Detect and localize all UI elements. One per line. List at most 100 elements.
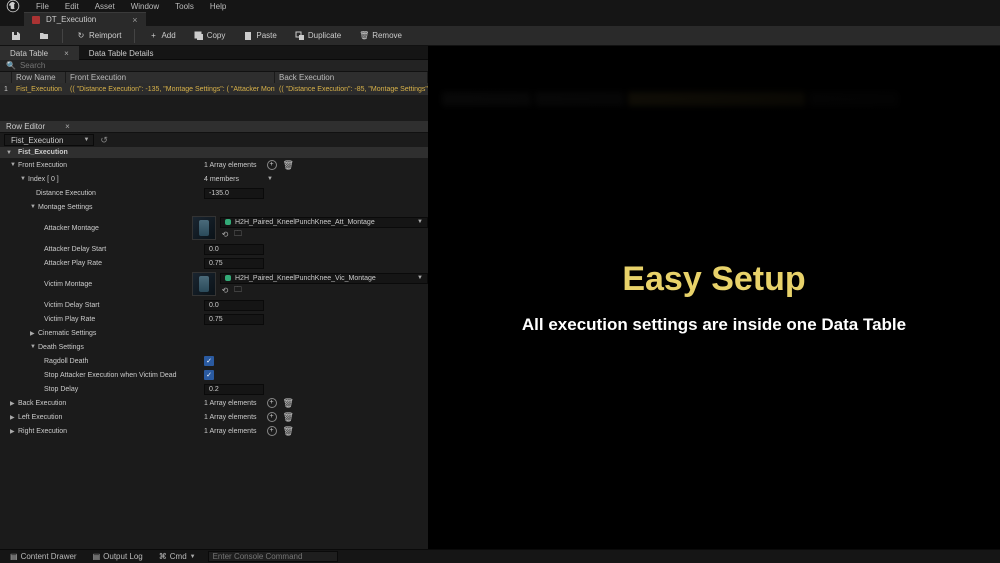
prop-label-text: Attacker Montage bbox=[44, 225, 99, 232]
doc-tab-label: DT_Execution bbox=[46, 15, 96, 24]
prop-label-text: Index [ 0 ] bbox=[28, 176, 59, 183]
cmd-dropdown[interactable]: ⌘Cmd▼ bbox=[155, 551, 200, 563]
add-element-button[interactable]: + bbox=[267, 412, 277, 422]
output-log-button[interactable]: ▤Output Log bbox=[89, 551, 147, 563]
add-element-button[interactable]: + bbox=[267, 426, 277, 436]
array-summary: 1 Array elements bbox=[204, 400, 257, 407]
close-icon[interactable]: × bbox=[132, 15, 137, 25]
reimport-label: Reimport bbox=[89, 31, 121, 40]
browse-asset-button[interactable]: 🗀 bbox=[233, 230, 243, 240]
browse-asset-button[interactable]: 🗀 bbox=[233, 286, 243, 296]
overlay: Easy Setup All execution settings are in… bbox=[428, 46, 1000, 549]
content-drawer-button[interactable]: ▤Content Drawer bbox=[6, 551, 81, 563]
prop-label-text: Victim Play Rate bbox=[44, 316, 95, 323]
clear-array-button[interactable]: 🗑 bbox=[283, 426, 294, 437]
prop-label-text: Stop Attacker Execution when Victim Dead bbox=[44, 372, 177, 379]
clear-array-button[interactable]: 🗑 bbox=[283, 412, 294, 423]
paste-icon bbox=[243, 31, 253, 41]
victim-delay-input[interactable] bbox=[204, 300, 264, 311]
asset-thumbnail[interactable] bbox=[192, 216, 216, 240]
row-select-dropdown[interactable]: Fist_Execution ▼ bbox=[4, 134, 94, 146]
close-icon[interactable]: × bbox=[64, 49, 69, 58]
section-root[interactable]: ▼ Fist_Execution bbox=[0, 147, 428, 158]
stop-delay-input[interactable] bbox=[204, 384, 264, 395]
members-text: 4 members bbox=[204, 176, 239, 183]
expand-icon[interactable]: ▼ bbox=[20, 176, 28, 182]
menu-tools[interactable]: Tools bbox=[167, 2, 202, 11]
doc-tab-dt-execution[interactable]: DT_Execution × bbox=[24, 12, 146, 26]
save-button[interactable] bbox=[6, 29, 26, 43]
menu-asset[interactable]: Asset bbox=[87, 2, 123, 11]
reset-icon[interactable]: ↺ bbox=[100, 135, 108, 146]
document-tabs: DT_Execution × bbox=[0, 12, 1000, 26]
cmd-icon: ⌘ bbox=[159, 552, 167, 561]
distance-input[interactable] bbox=[204, 188, 264, 199]
paste-button[interactable]: Paste bbox=[238, 29, 281, 43]
chevron-down-icon[interactable]: ▼ bbox=[267, 176, 273, 182]
remove-button[interactable]: 🗑Remove bbox=[354, 29, 407, 43]
prop-right-execution: ▶Right Execution 1 Array elements+🗑 bbox=[0, 424, 428, 438]
expand-icon[interactable]: ▶ bbox=[30, 330, 38, 337]
expand-icon[interactable]: ▼ bbox=[6, 150, 14, 156]
search-input[interactable] bbox=[20, 61, 422, 70]
row-select-bar: Fist_Execution ▼ ↺ bbox=[0, 133, 428, 147]
victim-rate-input[interactable] bbox=[204, 314, 264, 325]
expand-icon[interactable]: ▼ bbox=[30, 344, 38, 350]
expand-icon[interactable]: ▼ bbox=[10, 162, 18, 168]
victim-montage-dropdown[interactable]: H2H_Paired_KneelPunchKnee_Vic_Montage ▼ bbox=[220, 273, 428, 284]
stop-attacker-checkbox[interactable]: ✓ bbox=[204, 370, 214, 380]
prop-label-text: Right Execution bbox=[18, 428, 67, 435]
add-button[interactable]: +Add bbox=[143, 29, 180, 43]
menu-edit[interactable]: Edit bbox=[57, 2, 87, 11]
chevron-down-icon: ▼ bbox=[417, 219, 423, 225]
prop-stop-delay: Stop Delay bbox=[0, 382, 428, 396]
clear-array-button[interactable]: 🗑 bbox=[283, 398, 294, 409]
col-front[interactable]: Front Execution bbox=[66, 72, 275, 83]
col-back[interactable]: Back Execution bbox=[275, 72, 428, 83]
copy-icon bbox=[194, 31, 204, 41]
expand-icon[interactable]: ▶ bbox=[10, 414, 18, 421]
menu-help[interactable]: Help bbox=[202, 2, 234, 11]
prop-label-text: Front Execution bbox=[18, 162, 67, 169]
expand-icon[interactable]: ▶ bbox=[10, 428, 18, 435]
browse-button[interactable] bbox=[34, 29, 54, 43]
clear-array-button[interactable]: 🗑 bbox=[283, 160, 294, 171]
log-icon: ▤ bbox=[93, 552, 101, 561]
add-element-button[interactable]: + bbox=[267, 398, 277, 408]
prop-attacker-rate: Attacker Play Rate bbox=[0, 256, 428, 270]
use-asset-button[interactable]: ⟲ bbox=[220, 230, 230, 240]
chevron-down-icon: ▼ bbox=[190, 554, 196, 560]
prop-distance-execution: Distance Execution bbox=[0, 186, 428, 200]
expand-icon[interactable]: ▶ bbox=[10, 400, 18, 407]
attacker-montage-dropdown[interactable]: H2H_Paired_KneelPunchKnee_Att_Montage ▼ bbox=[220, 217, 428, 228]
tab-data-table[interactable]: Data Table × bbox=[0, 46, 79, 60]
copy-button[interactable]: Copy bbox=[189, 29, 231, 43]
asset-thumbnail[interactable] bbox=[192, 272, 216, 296]
reimport-button[interactable]: ↻Reimport bbox=[71, 29, 126, 43]
prop-label-text: Victim Delay Start bbox=[44, 302, 100, 309]
search-icon: 🔍 bbox=[6, 61, 16, 70]
ragdoll-checkbox[interactable]: ✓ bbox=[204, 356, 214, 366]
use-asset-button[interactable]: ⟲ bbox=[220, 286, 230, 296]
table-row[interactable]: 1 Fist_Execution (( "Distance Execution"… bbox=[0, 83, 428, 95]
col-row-name[interactable]: Row Name bbox=[12, 72, 66, 83]
row-editor-title: Row Editor bbox=[6, 122, 45, 131]
menu-window[interactable]: Window bbox=[123, 2, 167, 11]
content-drawer-label: Content Drawer bbox=[21, 552, 77, 561]
attacker-rate-input[interactable] bbox=[204, 258, 264, 269]
console-input[interactable] bbox=[208, 551, 338, 562]
row-name-cell: Fist_Execution bbox=[12, 83, 66, 95]
tab-data-table-details[interactable]: Data Table Details bbox=[79, 46, 164, 60]
expand-icon[interactable]: ▼ bbox=[30, 204, 38, 210]
duplicate-button[interactable]: Duplicate bbox=[290, 29, 346, 43]
tab-label: Data Table bbox=[10, 49, 48, 58]
prop-label-text: Back Execution bbox=[18, 400, 66, 407]
add-element-button[interactable]: + bbox=[267, 160, 277, 170]
tab-label: Data Table Details bbox=[89, 49, 154, 58]
attacker-delay-input[interactable] bbox=[204, 244, 264, 255]
add-label: Add bbox=[161, 31, 175, 40]
close-icon[interactable]: × bbox=[65, 122, 70, 131]
row-editor-tab[interactable]: Row Editor × bbox=[0, 121, 428, 133]
menu-file[interactable]: File bbox=[28, 2, 57, 11]
prop-front-execution: ▼Front Execution 1 Array elements +🗑 bbox=[0, 158, 428, 172]
